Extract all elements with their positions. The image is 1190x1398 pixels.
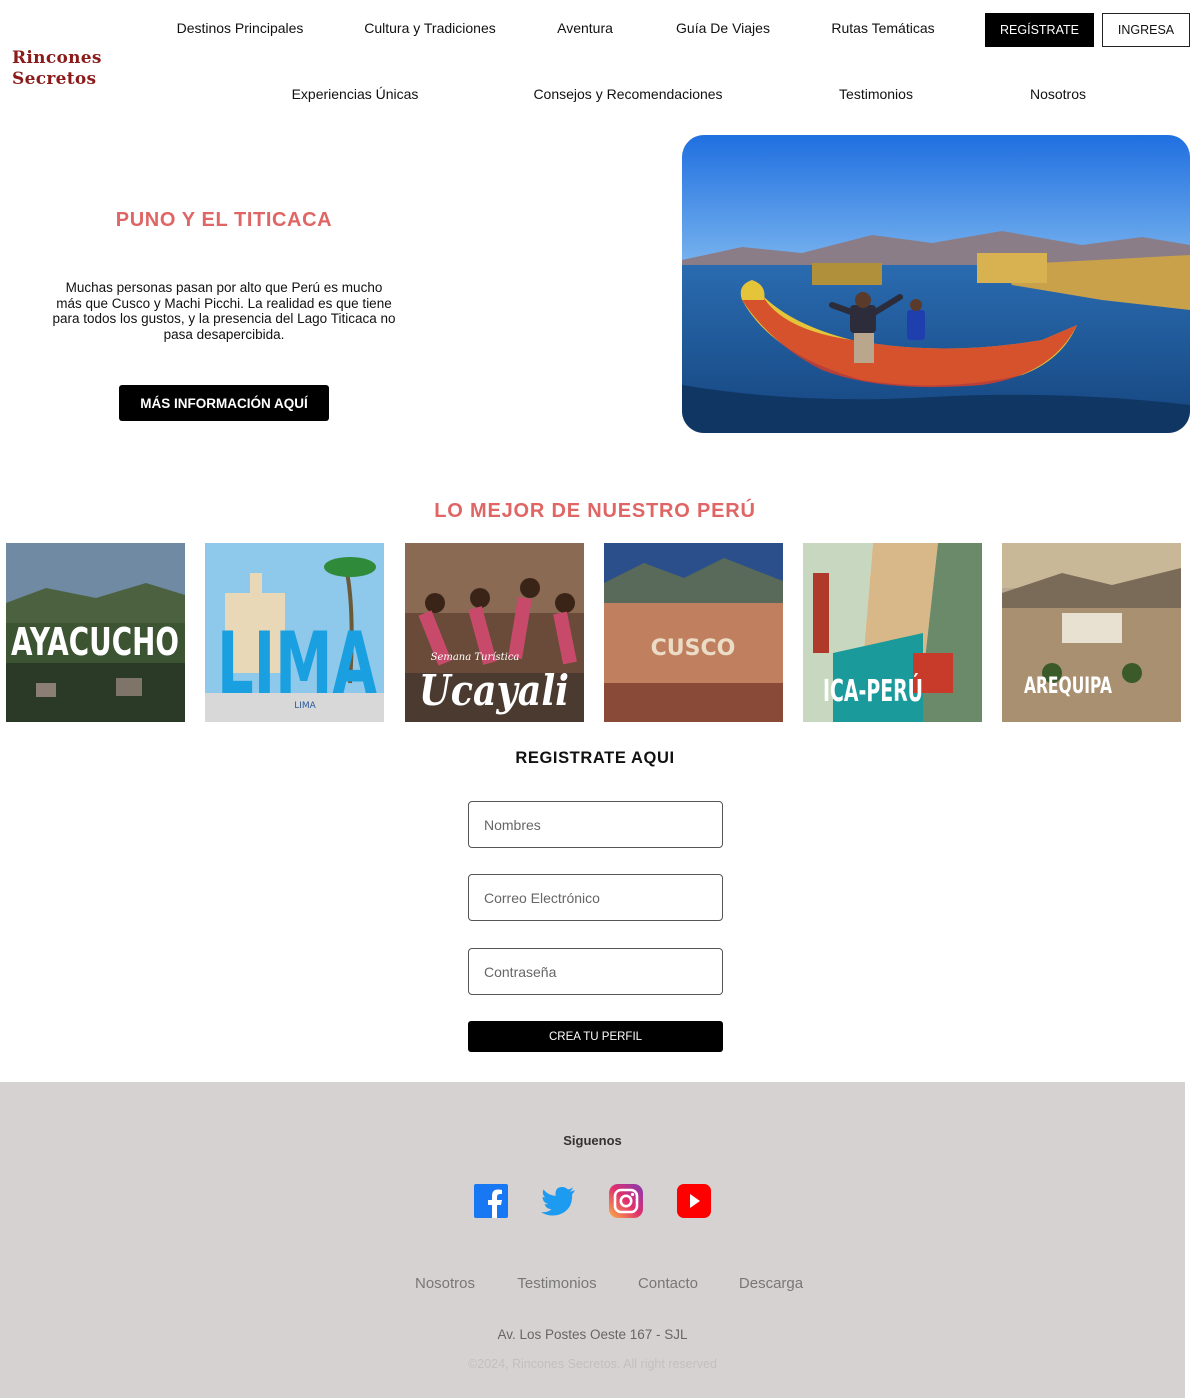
hero-description: Muchas personas pasan por alto que Perú … xyxy=(52,280,396,342)
create-profile-button[interactable]: CREA TU PERFIL xyxy=(468,1021,723,1052)
main-nav-row-2: Experiencias Únicas Consejos y Recomenda… xyxy=(0,86,1190,106)
nav-rutas-tematicas[interactable]: Rutas Temáticas xyxy=(831,20,934,36)
destination-card-arequipa[interactable]: AREQUIPA xyxy=(1002,543,1181,722)
ica-image: ICA-PERÚ xyxy=(803,543,982,722)
ucayali-image: Semana Turística Ucayali xyxy=(405,543,584,722)
footer-address: Av. Los Postes Oeste 167 - SJL xyxy=(497,1327,688,1342)
footer-link-nosotros[interactable]: Nosotros xyxy=(415,1275,475,1292)
site-footer: Siguenos Nosotros Testimonios Contacto D… xyxy=(0,1082,1185,1398)
nav-destinos-principales[interactable]: Destinos Principales xyxy=(177,20,304,36)
ayacucho-image: AYACUCHO xyxy=(6,543,185,722)
nav-consejos-recomendaciones[interactable]: Consejos y Recomendaciones xyxy=(533,86,722,102)
lima-sublabel: LIMA xyxy=(294,701,316,711)
login-button[interactable]: INGRESA xyxy=(1102,13,1190,47)
footer-link-testimonios[interactable]: Testimonios xyxy=(517,1275,596,1292)
destination-card-ucayali[interactable]: Semana Turística Ucayali xyxy=(405,543,584,722)
footer-link-descarga[interactable]: Descarga xyxy=(739,1275,803,1292)
destinations-section-title: LO MEJOR DE NUESTRO PERÚ xyxy=(434,500,756,522)
ayacucho-label: AYACUCHO xyxy=(11,620,179,664)
titicaca-illustration xyxy=(682,135,1190,433)
follow-us-label: Siguenos xyxy=(563,1133,622,1148)
cusco-image: CUSCO xyxy=(604,543,783,722)
password-input[interactable] xyxy=(468,948,723,995)
ucayali-label: Ucayali xyxy=(419,666,569,715)
register-form-title: REGISTRATE AQUI xyxy=(515,749,675,767)
name-input[interactable] xyxy=(468,801,723,848)
ucayali-sublabel: Semana Turística xyxy=(431,652,520,663)
youtube-icon[interactable] xyxy=(677,1184,711,1218)
email-input[interactable] xyxy=(468,874,723,921)
lima-label: LIMA xyxy=(217,614,377,714)
instagram-icon[interactable] xyxy=(609,1184,643,1218)
arequipa-image: AREQUIPA xyxy=(1002,543,1181,722)
register-button[interactable]: REGÍSTRATE xyxy=(985,13,1094,47)
nav-aventura[interactable]: Aventura xyxy=(557,20,613,36)
destinations-gallery: AYACUCHO LIMA LIMA Semana Turística Ucay xyxy=(0,543,1190,722)
destination-card-lima[interactable]: LIMA LIMA xyxy=(205,543,384,722)
ica-label: ICA-PERÚ xyxy=(823,672,923,709)
brand-logo[interactable]: Rincones Secretos xyxy=(12,48,142,90)
more-info-button[interactable]: MÁS INFORMACIÓN AQUÍ xyxy=(119,385,329,421)
twitter-icon[interactable] xyxy=(541,1184,575,1218)
cusco-label: CUSCO xyxy=(651,636,736,661)
destination-card-ayacucho[interactable]: AYACUCHO xyxy=(6,543,185,722)
nav-nosotros[interactable]: Nosotros xyxy=(1030,86,1086,102)
hero-image-titicaca xyxy=(682,135,1190,433)
hero-title: PUNO Y EL TITICACA xyxy=(115,209,333,231)
destination-card-cusco[interactable]: CUSCO xyxy=(604,543,783,722)
facebook-icon[interactable] xyxy=(474,1184,508,1218)
arequipa-label: AREQUIPA xyxy=(1024,674,1112,699)
lima-image: LIMA LIMA xyxy=(205,543,384,722)
destination-card-ica[interactable]: ICA-PERÚ xyxy=(803,543,982,722)
brand-line-1: Rincones xyxy=(12,48,102,68)
footer-link-contacto[interactable]: Contacto xyxy=(638,1275,698,1292)
nav-testimonios[interactable]: Testimonios xyxy=(839,86,913,102)
footer-copyright: ©2024, Rincones Secretos. All right rese… xyxy=(468,1357,717,1371)
nav-cultura-tradiciones[interactable]: Cultura y Tradiciones xyxy=(364,20,496,36)
nav-experiencias-unicas[interactable]: Experiencias Únicas xyxy=(292,86,419,102)
nav-guia-de-viajes[interactable]: Guía De Viajes xyxy=(676,20,770,36)
